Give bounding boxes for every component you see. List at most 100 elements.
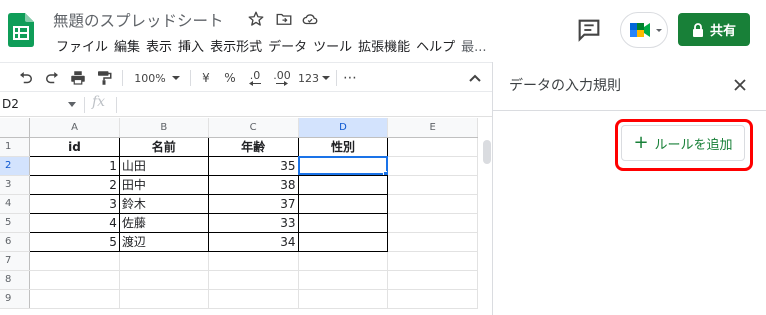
vertical-scrollbar[interactable] xyxy=(478,118,492,315)
print-icon xyxy=(71,71,85,85)
cell[interactable]: 名前 xyxy=(118,136,209,157)
cell[interactable]: 38 xyxy=(207,174,299,195)
cell[interactable] xyxy=(29,251,120,271)
cell[interactable]: 山田 xyxy=(118,155,209,176)
cell[interactable] xyxy=(208,270,299,290)
cell[interactable] xyxy=(387,194,478,214)
cell[interactable] xyxy=(387,175,478,195)
menu-last-edit[interactable]: 最... xyxy=(458,36,489,55)
row-header[interactable]: 1 xyxy=(0,137,31,157)
more-options-button[interactable]: ⋯ xyxy=(340,63,360,93)
cell[interactable]: 鈴木 xyxy=(118,193,209,214)
star-icon[interactable] xyxy=(247,10,265,28)
add-rule-button[interactable]: + ルールを追加 xyxy=(621,125,745,161)
cell[interactable]: 性別 xyxy=(297,136,389,157)
increase-decimal-button[interactable]: .00 xyxy=(270,63,294,93)
cell[interactable] xyxy=(298,270,389,290)
cell[interactable] xyxy=(387,213,478,233)
column-header[interactable]: A xyxy=(29,118,120,138)
cell[interactable]: id xyxy=(29,136,120,157)
paint-format-button[interactable] xyxy=(92,63,116,93)
column-header[interactable]: B xyxy=(119,118,209,138)
cell[interactable] xyxy=(297,174,389,195)
cell[interactable] xyxy=(297,193,389,214)
menu-help[interactable]: ヘルプ xyxy=(413,36,458,55)
cell[interactable] xyxy=(29,270,120,290)
menu-tools[interactable]: ツール xyxy=(310,36,355,55)
cell[interactable] xyxy=(119,270,209,290)
row-header[interactable]: 9 xyxy=(0,289,31,309)
select-all-corner[interactable] xyxy=(0,118,31,138)
cell[interactable]: 田中 xyxy=(118,174,209,195)
fill-handle[interactable] xyxy=(383,170,387,174)
cell[interactable]: 年齢 xyxy=(207,136,299,157)
share-button[interactable]: 共有 xyxy=(678,13,750,46)
row-header[interactable]: 4 xyxy=(0,194,31,214)
column-header[interactable]: E xyxy=(387,118,478,138)
scrollbar-thumb[interactable] xyxy=(483,140,491,164)
cell[interactable] xyxy=(387,156,478,176)
close-panel-button[interactable] xyxy=(729,74,751,96)
cell[interactable] xyxy=(298,289,389,309)
cell[interactable] xyxy=(387,251,478,271)
undo-button[interactable] xyxy=(14,63,38,93)
menu-view[interactable]: 表示 xyxy=(143,36,175,55)
cell[interactable]: 34 xyxy=(207,231,299,252)
cell[interactable] xyxy=(298,251,389,271)
cell[interactable] xyxy=(208,251,299,271)
menu-extensions[interactable]: 拡張機能 xyxy=(355,36,413,55)
cell[interactable] xyxy=(387,137,478,157)
meet-button[interactable] xyxy=(620,12,668,48)
print-button[interactable] xyxy=(66,63,90,93)
cell[interactable] xyxy=(297,231,389,252)
more-formats-button[interactable]: 123 xyxy=(297,63,331,93)
move-folder-icon[interactable] xyxy=(275,10,293,28)
row-header[interactable]: 3 xyxy=(0,175,31,195)
cell[interactable]: 2 xyxy=(29,174,120,195)
sheets-logo-icon[interactable] xyxy=(8,13,34,47)
menu-data[interactable]: データ xyxy=(265,36,310,55)
decrease-decimal-button[interactable]: .0 xyxy=(244,63,266,93)
cell[interactable] xyxy=(387,232,478,252)
active-cell[interactable] xyxy=(297,155,389,176)
row-header[interactable]: 5 xyxy=(0,213,31,233)
column-header[interactable]: D xyxy=(298,118,389,138)
document-title[interactable]: 無題のスプレッドシート xyxy=(53,9,224,31)
collapse-menus-button[interactable] xyxy=(464,63,486,93)
zoom-select[interactable]: 100% xyxy=(128,63,186,93)
table-row: 1 id 名前 年齢 性別 xyxy=(0,136,478,157)
cell[interactable] xyxy=(387,289,478,309)
cell[interactable]: 渡辺 xyxy=(118,231,209,252)
column-header[interactable]: C xyxy=(208,118,299,138)
menu-file[interactable]: ファイル xyxy=(53,36,111,55)
cell[interactable]: 35 xyxy=(207,155,299,176)
cell[interactable] xyxy=(387,270,478,290)
menu-format[interactable]: 表示形式 xyxy=(207,36,265,55)
cell[interactable]: 佐藤 xyxy=(118,212,209,233)
row-header[interactable]: 8 xyxy=(0,270,31,290)
percent-format-button[interactable]: % xyxy=(220,63,240,93)
chevron-down-icon[interactable] xyxy=(68,102,76,107)
cell[interactable]: 4 xyxy=(29,212,120,233)
cell[interactable]: 37 xyxy=(207,193,299,214)
spreadsheet-grid[interactable]: A B C D E 1 id 名前 年齢 性別 2 1 山田 35 3 2 田中… xyxy=(0,118,478,315)
row-header[interactable]: 2 xyxy=(0,156,31,176)
menu-edit[interactable]: 編集 xyxy=(111,36,143,55)
cell[interactable] xyxy=(119,251,209,271)
cell[interactable] xyxy=(297,212,389,233)
cell[interactable] xyxy=(208,289,299,309)
cell[interactable] xyxy=(119,289,209,309)
cloud-saved-icon[interactable] xyxy=(301,10,319,28)
cell[interactable] xyxy=(29,289,120,309)
row-header[interactable]: 6 xyxy=(0,232,31,252)
cell[interactable]: 5 xyxy=(29,231,120,252)
menu-insert[interactable]: 挿入 xyxy=(175,36,207,55)
row-header[interactable]: 7 xyxy=(0,251,31,271)
comment-history-button[interactable] xyxy=(575,16,603,44)
cell[interactable]: 1 xyxy=(29,155,120,176)
paint-format-icon xyxy=(98,71,112,85)
currency-format-button[interactable]: ¥ xyxy=(196,63,216,93)
redo-button[interactable] xyxy=(40,63,64,93)
cell[interactable]: 3 xyxy=(29,193,120,214)
cell[interactable]: 33 xyxy=(207,212,299,233)
